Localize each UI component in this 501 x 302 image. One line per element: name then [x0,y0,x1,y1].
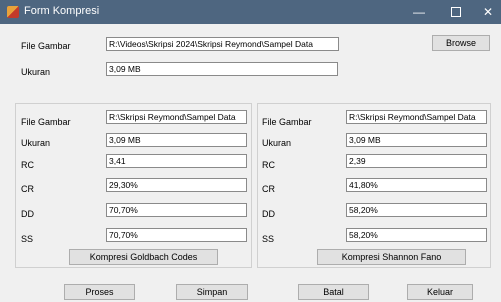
right-ss-field[interactable]: 58,20% [346,228,487,242]
left-rc-field[interactable]: 3,41 [106,154,247,168]
right-rc-field[interactable]: 2,39 [346,154,487,168]
left-size-label: Ukuran [21,138,51,148]
right-dd-field[interactable]: 58,20% [346,203,487,217]
left-file-label: File Gambar [21,117,71,127]
left-cr-label: CR [21,184,34,194]
size-field[interactable]: 3,09 MB [106,62,338,76]
size-label: Ukuran [21,67,51,77]
keluar-button[interactable]: Keluar [407,284,473,300]
maximize-icon [451,6,461,17]
proses-button[interactable]: Proses [64,284,135,300]
right-cr-field[interactable]: 41,80% [346,178,487,192]
right-dd-label: DD [262,209,275,219]
left-rc-label: RC [21,160,34,170]
minimize-button[interactable]: — [399,0,439,24]
left-file-field[interactable]: R:\Skripsi Reymond\Sampel Data [106,110,247,124]
left-cr-field[interactable]: 29,30% [106,178,247,192]
left-size-field[interactable]: 3,09 MB [106,133,247,147]
right-rc-label: RC [262,160,275,170]
app-icon [7,6,19,18]
right-size-field[interactable]: 3,09 MB [346,133,487,147]
left-ss-field[interactable]: 70,70% [106,228,247,242]
browse-button[interactable]: Browse [432,35,490,51]
left-dd-label: DD [21,209,34,219]
simpan-button[interactable]: Simpan [176,284,248,300]
left-ss-label: SS [21,234,34,244]
close-button[interactable]: ✕ [468,0,501,24]
right-cr-label: CR [262,184,275,194]
right-size-label: Ukuran [262,138,292,148]
form-kompresi-window: Form Kompresi — ✕ File Gambar R:\Videos\… [0,0,501,302]
right-ss-label: SS [262,234,275,244]
file-path-field[interactable]: R:\Videos\Skripsi 2024\Skripsi Reymond\S… [106,37,339,51]
right-file-field[interactable]: R:\Skripsi Reymond\Sampel Data [346,110,487,124]
left-dd-field[interactable]: 70,70% [106,203,247,217]
goldbach-compress-button[interactable]: Kompresi Goldbach Codes [69,249,218,265]
file-label: File Gambar [21,41,71,51]
right-file-label: File Gambar [262,117,312,127]
title-bar[interactable]: Form Kompresi — ✕ [0,0,501,24]
batal-button[interactable]: Batal [298,284,369,300]
window-title: Form Kompresi [24,5,100,17]
shannon-fano-compress-button[interactable]: Kompresi Shannon Fano [317,249,466,265]
